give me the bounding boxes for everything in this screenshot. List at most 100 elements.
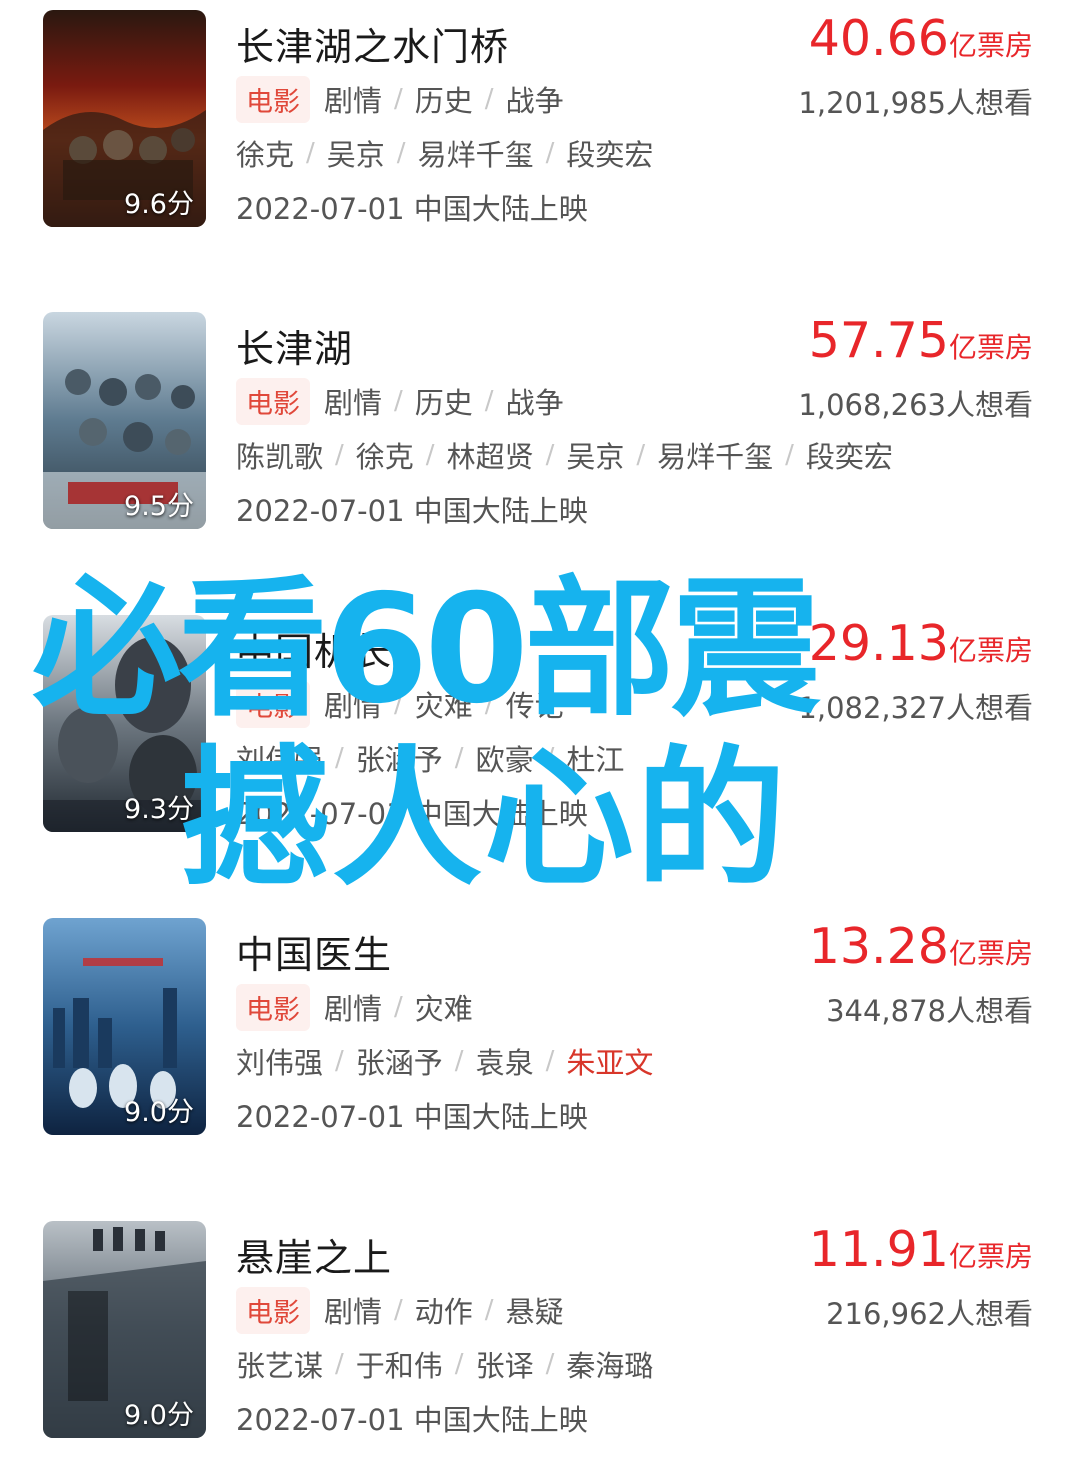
box-office: 40.66亿票房 bbox=[809, 10, 1033, 67]
genre-tag: 剧情 bbox=[324, 386, 383, 420]
box-office-value: 40.66 bbox=[808, 10, 949, 67]
separator: / bbox=[545, 138, 555, 168]
genre-tags: 电影 剧情 / 灾难 / 传记 bbox=[236, 680, 564, 728]
want-count: 1,201,985人想看 bbox=[798, 86, 1033, 120]
box-office: 13.28亿票房 bbox=[809, 918, 1033, 975]
cast-name: 袁泉 bbox=[475, 1046, 534, 1080]
separator: / bbox=[335, 440, 344, 470]
rating-badge: 9.0分 bbox=[124, 1097, 194, 1128]
cast-name: 段奕宏 bbox=[805, 440, 893, 474]
separator: / bbox=[394, 1295, 403, 1325]
release-info: 2022-07-01 中国大陆上映 bbox=[236, 797, 588, 831]
movie-row[interactable]: 9.0分 中国医生 13.28亿票房 电影 剧情 / 灾难 344,878人想看… bbox=[0, 908, 1079, 1135]
genre-tag: 战争 bbox=[505, 386, 564, 420]
type-badge: 电影 bbox=[236, 983, 310, 1031]
box-office-unit: 亿票房 bbox=[948, 29, 1033, 62]
separator: / bbox=[425, 440, 435, 470]
separator: / bbox=[545, 1046, 555, 1076]
cast-name: 刘伟强 bbox=[236, 743, 324, 777]
movie-row[interactable]: 9.5分 长津湖 57.75亿票房 电影 剧情 / 历史 / 战争 1,068,… bbox=[0, 302, 1079, 529]
box-office-value: 57.75 bbox=[808, 312, 949, 369]
type-badge: 电影 bbox=[236, 680, 310, 728]
cast-name: 林超贤 bbox=[446, 440, 534, 474]
box-office-unit: 亿票房 bbox=[948, 937, 1033, 970]
cast-name: 张涵予 bbox=[355, 743, 443, 777]
separator: / bbox=[454, 1349, 464, 1379]
cast-name: 欧豪 bbox=[475, 743, 534, 777]
movie-title[interactable]: 中国机长 bbox=[236, 621, 392, 676]
cast-name: 吴京 bbox=[326, 138, 385, 172]
type-badge: 电影 bbox=[236, 1286, 310, 1334]
cast-name: 徐克 bbox=[236, 138, 295, 172]
want-count: 344,878人想看 bbox=[826, 994, 1033, 1028]
release-info: 2022-07-01 中国大陆上映 bbox=[236, 192, 588, 226]
separator: / bbox=[636, 440, 646, 470]
type-badge: 电影 bbox=[236, 75, 310, 123]
separator: / bbox=[306, 138, 315, 168]
separator: / bbox=[335, 1349, 344, 1379]
release-info: 2022-07-01 中国大陆上映 bbox=[236, 1100, 588, 1134]
cast-name: 段奕宏 bbox=[566, 138, 654, 172]
genre-tag: 历史 bbox=[414, 84, 473, 118]
movie-row[interactable]: 9.6分 长津湖之水门桥 40.66亿票房 电影 剧情 / 历史 / 战争 1,… bbox=[0, 0, 1079, 227]
movie-poster[interactable]: 9.5分 bbox=[43, 312, 206, 529]
genre-tag: 悬疑 bbox=[505, 1295, 564, 1329]
genre-tag: 动作 bbox=[414, 1295, 473, 1329]
cast-list: 刘伟强 / 张涵予 / 袁泉 / 朱亚文 bbox=[236, 1038, 653, 1084]
movie-row[interactable]: 9.3分 中国机长 29.13亿票房 电影 剧情 / 灾难 / 传记 1,082… bbox=[0, 605, 1079, 832]
cast-name: 张译 bbox=[475, 1349, 534, 1383]
want-count: 1,082,327人想看 bbox=[798, 691, 1033, 725]
box-office-value: 29.13 bbox=[808, 615, 949, 672]
separator: / bbox=[454, 743, 464, 773]
cast-list: 徐克 / 吴京 / 易烊千玺 / 段奕宏 bbox=[236, 130, 653, 176]
release-info: 2022-07-01 中国大陆上映 bbox=[236, 494, 588, 528]
separator: / bbox=[335, 1046, 344, 1076]
box-office: 29.13亿票房 bbox=[809, 615, 1033, 672]
genre-tags: 电影 剧情 / 灾难 bbox=[236, 983, 473, 1031]
genre-tags: 电影 剧情 / 历史 / 战争 bbox=[236, 75, 564, 123]
cast-name: 刘伟强 bbox=[236, 1046, 324, 1080]
separator: / bbox=[484, 386, 494, 416]
movie-title[interactable]: 长津湖 bbox=[236, 318, 353, 373]
movie-poster[interactable]: 9.0分 bbox=[43, 1221, 206, 1438]
movie-poster[interactable]: 9.0分 bbox=[43, 918, 206, 1135]
genre-tags: 电影 剧情 / 历史 / 战争 bbox=[236, 377, 564, 425]
genre-tag: 战争 bbox=[505, 84, 564, 118]
cast-list: 刘伟强 / 张涵予 / 欧豪 / 杜江 bbox=[236, 735, 624, 781]
separator: / bbox=[394, 386, 403, 416]
movie-title[interactable]: 悬崖之上 bbox=[236, 1227, 392, 1282]
movie-poster[interactable]: 9.6分 bbox=[43, 10, 206, 227]
movie-list: 9.6分 长津湖之水门桥 40.66亿票房 电影 剧情 / 历史 / 战争 1,… bbox=[0, 0, 1079, 1466]
box-office: 57.75亿票房 bbox=[809, 312, 1033, 369]
cast-name: 易烊千玺 bbox=[417, 138, 534, 172]
type-badge: 电影 bbox=[236, 377, 310, 425]
movie-poster[interactable]: 9.3分 bbox=[43, 615, 206, 832]
genre-tag: 剧情 bbox=[324, 689, 383, 723]
genre-tag: 剧情 bbox=[324, 84, 383, 118]
box-office-value: 11.91 bbox=[808, 1221, 949, 1278]
separator: / bbox=[484, 1295, 494, 1325]
separator: / bbox=[545, 440, 555, 470]
separator: / bbox=[394, 689, 403, 719]
separator: / bbox=[484, 689, 494, 719]
separator: / bbox=[396, 138, 406, 168]
movie-title[interactable]: 中国医生 bbox=[236, 924, 392, 979]
genre-tag: 灾难 bbox=[414, 689, 473, 723]
movie-title[interactable]: 长津湖之水门桥 bbox=[236, 16, 509, 71]
separator: / bbox=[545, 743, 555, 773]
genre-tag: 灾难 bbox=[414, 992, 473, 1026]
box-office-value: 13.28 bbox=[808, 918, 949, 975]
box-office-unit: 亿票房 bbox=[948, 634, 1033, 667]
box-office-unit: 亿票房 bbox=[948, 1240, 1033, 1273]
cast-list: 陈凯歌 / 徐克 / 林超贤 / 吴京 / 易烊千玺 / 段奕宏 bbox=[236, 432, 893, 478]
cast-name: 张艺谋 bbox=[236, 1349, 324, 1383]
separator: / bbox=[454, 1046, 464, 1076]
cast-name: 张涵予 bbox=[355, 1046, 443, 1080]
separator: / bbox=[484, 84, 494, 114]
genre-tag: 传记 bbox=[505, 689, 564, 723]
box-office-unit: 亿票房 bbox=[948, 331, 1033, 364]
rating-badge: 9.6分 bbox=[124, 189, 194, 220]
genre-tags: 电影 剧情 / 动作 / 悬疑 bbox=[236, 1286, 564, 1334]
separator: / bbox=[545, 1349, 555, 1379]
movie-row[interactable]: 9.0分 悬崖之上 11.91亿票房 电影 剧情 / 动作 / 悬疑 216,9… bbox=[0, 1211, 1079, 1438]
